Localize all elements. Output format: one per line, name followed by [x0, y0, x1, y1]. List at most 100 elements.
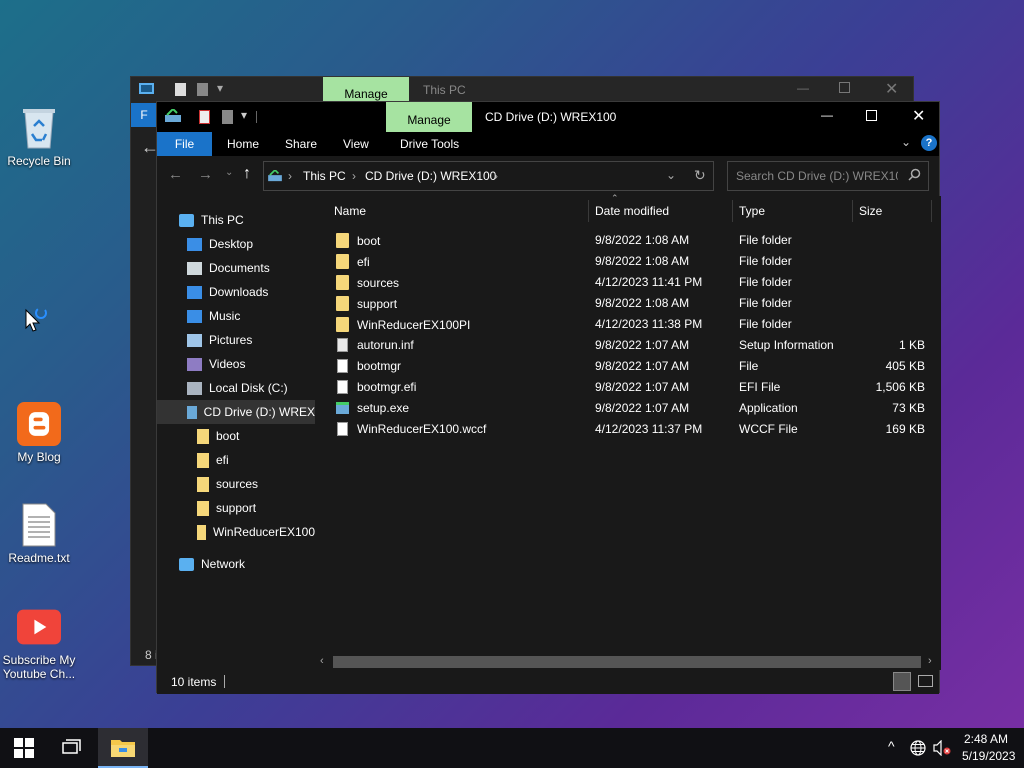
clock-time[interactable]: 2:48 AM: [964, 732, 1008, 746]
nav-item-label: Desktop: [209, 237, 254, 251]
nav-item[interactable]: Pictures: [157, 328, 315, 352]
file-row[interactable]: bootmgr 9/8/2022 1:07 AM File 405 KB: [315, 356, 935, 377]
breadcrumb-chevron-icon[interactable]: ›: [288, 169, 292, 183]
refresh-icon[interactable]: ↻: [694, 167, 706, 184]
nav-item[interactable]: Desktop: [157, 232, 315, 256]
tab-home[interactable]: Home: [227, 137, 259, 151]
column-divider[interactable]: [732, 200, 733, 222]
nav-item[interactable]: This PC: [157, 208, 315, 232]
maximize-button[interactable]: [839, 82, 850, 93]
task-view-button[interactable]: [48, 728, 96, 768]
back-button[interactable]: ←: [168, 166, 183, 183]
clock-date[interactable]: 5/19/2023: [962, 749, 1015, 763]
quick-access-dropdown-icon[interactable]: ▾: [241, 108, 247, 122]
file-name: setup.exe: [357, 401, 410, 415]
navigation-pane: This PC Desktop Documents Downloads Music Pic…: [157, 196, 315, 670]
file-row[interactable]: efi 9/8/2022 1:08 AM File folder: [315, 251, 935, 272]
expand-ribbon-icon[interactable]: ⌄: [901, 135, 911, 149]
cd-drive-icon: [268, 168, 282, 185]
show-hidden-icons-icon[interactable]: ^: [888, 738, 895, 754]
large-icons-view-button[interactable]: [918, 675, 933, 687]
tab-file[interactable]: File: [157, 132, 212, 156]
close-button[interactable]: ✕: [885, 79, 898, 99]
documents-icon: [187, 261, 202, 275]
search-input[interactable]: Search CD Drive (D:) WREX100: [736, 169, 898, 183]
forward-button[interactable]: →: [198, 166, 213, 183]
column-header-date[interactable]: Date modified: [595, 204, 669, 218]
details-view-button[interactable]: [893, 672, 911, 691]
minimize-button[interactable]: —: [797, 81, 809, 95]
column-header-type[interactable]: Type: [739, 204, 765, 218]
nav-item[interactable]: Network: [157, 552, 315, 576]
nav-item[interactable]: Videos: [157, 352, 315, 376]
manage-tab[interactable]: Manage: [386, 102, 472, 132]
nav-item[interactable]: support: [157, 496, 315, 520]
breadcrumb-chevron-icon[interactable]: ›: [494, 169, 498, 183]
tab-share[interactable]: Share: [285, 137, 317, 151]
manage-tab[interactable]: Manage: [323, 77, 409, 103]
close-button[interactable]: ✕: [912, 106, 925, 126]
recent-locations-dropdown[interactable]: ⌄: [225, 167, 233, 178]
file-row[interactable]: WinReducerEX100PI 4/12/2023 11:38 PM File …: [315, 314, 935, 335]
network-globe-icon[interactable]: [910, 740, 926, 759]
minimize-button[interactable]: —: [821, 108, 833, 122]
explorer-window[interactable]: ▾ Manage CD Drive (D:) WREX100 — ✕ File …: [156, 101, 941, 694]
desktop-icon-youtube[interactable]: Subscribe My Youtube Ch...: [0, 605, 78, 681]
ribbon-tabs: File Home Share View Drive Tools ⌄ ?: [157, 132, 939, 156]
desktop-icon-readme[interactable]: Readme.txt: [0, 503, 78, 565]
file-row[interactable]: support 9/8/2022 1:08 AM File folder: [315, 293, 935, 314]
nav-item[interactable]: WinReducerEX100: [157, 520, 315, 544]
maximize-button[interactable]: [866, 110, 877, 121]
scrollbar-thumb[interactable]: [333, 656, 921, 668]
horizontal-scrollbar[interactable]: ‹ ›: [315, 654, 941, 670]
file-row[interactable]: WinReducerEX100.wccf 4/12/2023 11:37 PM WC…: [315, 419, 935, 440]
nav-item[interactable]: Downloads: [157, 280, 315, 304]
breadcrumb-chevron-icon[interactable]: ›: [352, 169, 356, 183]
nav-item[interactable]: Local Disk (C:): [157, 376, 315, 400]
file-row[interactable]: boot 9/8/2022 1:08 AM File folder: [315, 230, 935, 251]
desktop-icon-label: My Blog: [17, 450, 61, 464]
nav-item[interactable]: Documents: [157, 256, 315, 280]
file-row[interactable]: sources 4/12/2023 11:41 PM File folder: [315, 272, 935, 293]
nav-item[interactable]: sources: [157, 472, 315, 496]
up-button[interactable]: ↑: [243, 165, 251, 183]
file-tab[interactable]: F: [131, 103, 157, 127]
file-row[interactable]: setup.exe 9/8/2022 1:07 AM Application 73 K…: [315, 398, 935, 419]
file-name: bootmgr.efi: [357, 380, 417, 394]
desktop-icon-recycle-bin[interactable]: Recycle Bin: [0, 106, 78, 168]
scroll-left-icon[interactable]: ‹: [320, 655, 324, 667]
column-header-name[interactable]: Name: [334, 204, 366, 218]
breadcrumb-this-pc[interactable]: This PC: [303, 169, 346, 183]
network-icon: [179, 557, 194, 571]
file-name: WinReducerEX100.wccf: [357, 422, 487, 436]
tab-view[interactable]: View: [343, 137, 369, 151]
column-divider[interactable]: [852, 200, 853, 222]
address-bar[interactable]: › This PC › CD Drive (D:) WREX100 › ⌄ ↻: [263, 161, 714, 191]
file-explorer-taskbar-button[interactable]: [98, 728, 148, 768]
volume-muted-icon[interactable]: [933, 739, 951, 759]
start-button[interactable]: [0, 728, 48, 768]
column-header-size[interactable]: Size: [859, 204, 882, 218]
quick-access-dropdown-icon[interactable]: ▾: [217, 81, 223, 95]
scroll-right-icon[interactable]: ›: [928, 655, 932, 667]
file-row[interactable]: bootmgr.efi 9/8/2022 1:07 AM EFI File 1,506…: [315, 377, 935, 398]
breadcrumb-cd-drive[interactable]: CD Drive (D:) WREX100: [365, 169, 496, 183]
help-icon[interactable]: ?: [921, 135, 937, 151]
nav-item[interactable]: Music: [157, 304, 315, 328]
title-bar[interactable]: ▾ Manage CD Drive (D:) WREX100 — ✕: [157, 102, 939, 132]
properties-icon[interactable]: [199, 110, 210, 124]
desktop-icon-my-blog[interactable]: My Blog: [0, 402, 78, 464]
column-divider[interactable]: [931, 200, 932, 222]
file-row[interactable]: autorun.inf 9/8/2022 1:07 AM Setup Informa…: [315, 335, 935, 356]
tab-drive-tools[interactable]: Drive Tools: [400, 137, 459, 151]
nav-item[interactable]: efi: [157, 448, 315, 472]
search-box[interactable]: Search CD Drive (D:) WREX100: [727, 161, 929, 191]
file-date: 9/8/2022 1:07 AM: [595, 338, 690, 352]
address-history-dropdown[interactable]: ⌄: [666, 168, 676, 182]
music-icon: [187, 309, 202, 323]
nav-item[interactable]: boot: [157, 424, 315, 448]
new-folder-icon[interactable]: [222, 110, 233, 124]
nav-item-label: CD Drive (D:) WREX: [203, 405, 315, 419]
column-divider[interactable]: [588, 200, 589, 222]
nav-item[interactable]: CD Drive (D:) WREX: [157, 400, 315, 424]
